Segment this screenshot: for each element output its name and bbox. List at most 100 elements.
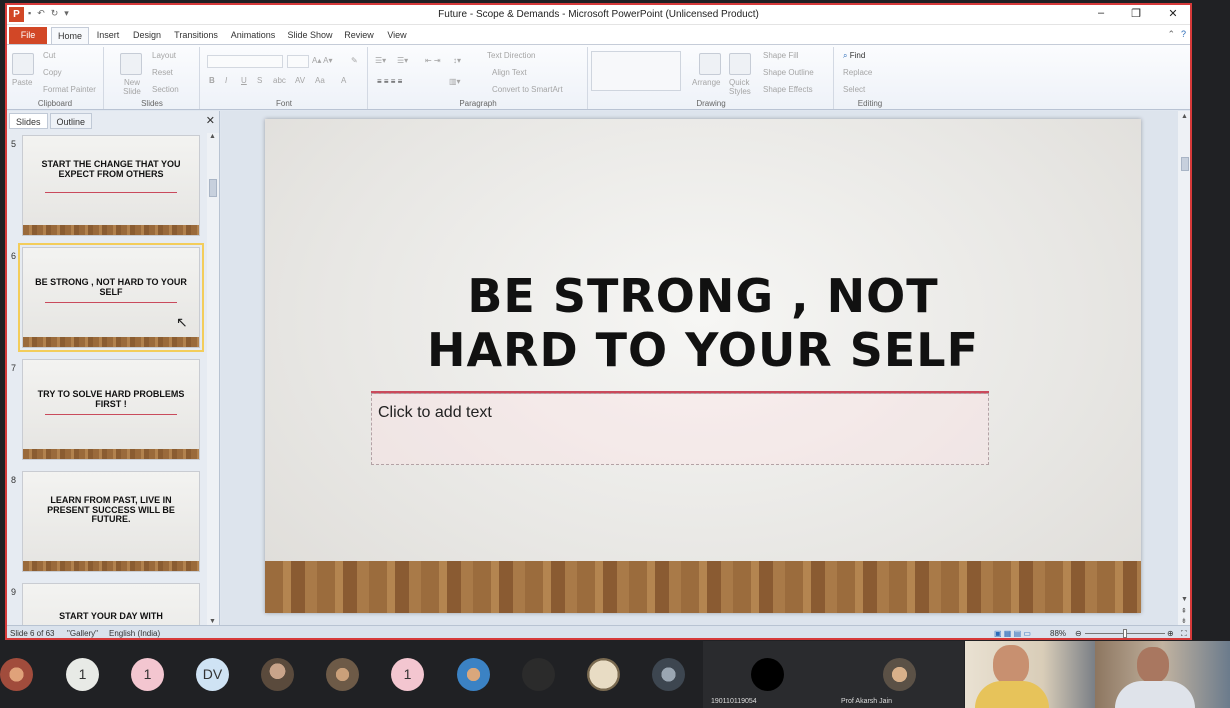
group-paragraph: ☰▾ ☰▾ ⇤ ⇥ ↕▾ Text Direction Align Text C… <box>369 47 588 109</box>
tab-slides[interactable]: Slides <box>9 113 48 129</box>
find-label: Find <box>849 51 866 60</box>
select-button[interactable]: Select <box>843 85 865 94</box>
new-slide-icon[interactable] <box>120 53 142 75</box>
numbering-icon[interactable]: ☰▾ <box>397 56 408 65</box>
quick-styles-icon[interactable] <box>729 53 751 75</box>
slide-thumbnail-9[interactable]: START YOUR DAY WITH <box>22 583 200 625</box>
participant-tile[interactable]: 1 <box>116 643 180 707</box>
tab-home[interactable]: Home <box>51 27 89 44</box>
participant-tile[interactable] <box>246 643 310 707</box>
align-text-button[interactable]: Align Text <box>492 68 527 77</box>
shapes-gallery[interactable] <box>591 51 681 91</box>
layout-button[interactable]: Layout <box>152 51 176 60</box>
slide-scroll-down-icon[interactable]: ▼ <box>1181 596 1188 603</box>
reset-button[interactable]: Reset <box>152 68 173 77</box>
tab-slide-show[interactable]: Slide Show <box>285 27 335 44</box>
thumbnail-scrollbar[interactable]: ▲ ▼ <box>207 133 219 625</box>
view-buttons[interactable]: ▣ ▦ ▤ ▭ <box>994 629 1031 638</box>
text-direction-button[interactable]: Text Direction <box>487 51 535 60</box>
shadow-icon[interactable]: S <box>257 76 262 85</box>
minimize-icon[interactable]: – <box>1092 7 1110 19</box>
participant-tile[interactable] <box>507 643 571 707</box>
participant-tile[interactable] <box>572 643 636 707</box>
quick-styles-button[interactable]: Quick Styles <box>729 78 753 96</box>
zoom-slider-knob[interactable] <box>1123 629 1127 638</box>
find-button[interactable]: ⌕ Find <box>843 51 865 61</box>
slide-scroll-thumb[interactable] <box>1181 157 1189 171</box>
tab-transitions[interactable]: Transitions <box>171 27 221 44</box>
zoom-in-icon[interactable]: ⊕ <box>1167 629 1174 638</box>
zoom-level[interactable]: 88% <box>1050 629 1066 638</box>
grow-font-icon[interactable]: A▴ A▾ <box>312 56 332 65</box>
participant-camera-feed[interactable] <box>1095 641 1230 708</box>
thumbnail-scroll-thumb[interactable] <box>209 179 217 197</box>
previous-slide-icon[interactable]: ⇞ <box>1181 607 1187 615</box>
panel-close-icon[interactable]: ✕ <box>206 114 215 127</box>
tab-file[interactable]: File <box>9 27 47 44</box>
next-slide-icon[interactable]: ⇟ <box>1181 617 1187 625</box>
tab-view[interactable]: View <box>383 27 411 44</box>
shape-fill-button[interactable]: Shape Fill <box>763 51 799 60</box>
bullets-icon[interactable]: ☰▾ <box>375 56 386 65</box>
section-button[interactable]: Section <box>152 85 179 94</box>
arrange-icon[interactable] <box>699 53 721 75</box>
maximize-icon[interactable]: ❐ <box>1127 7 1145 20</box>
font-size-select[interactable] <box>287 55 309 68</box>
strikethrough-icon[interactable]: abc <box>273 76 286 85</box>
char-spacing-icon[interactable]: AV <box>295 76 305 85</box>
subtitle-placeholder[interactable]: Click to add text <box>371 393 989 465</box>
slide-thumbnail-5[interactable]: START THE CHANGE THAT YOU EXPECT FROM OT… <box>22 135 200 236</box>
new-slide-button[interactable]: New Slide <box>117 78 147 96</box>
paste-button[interactable]: Paste <box>12 78 32 87</box>
participant-camera-feed[interactable] <box>965 641 1095 708</box>
arrange-button[interactable]: Arrange <box>692 78 720 87</box>
slide-scrollbar[interactable]: ▲ ▼ ⇞ ⇟ <box>1178 111 1190 625</box>
participant-tile[interactable] <box>311 643 375 707</box>
slide-thumbnail-6[interactable]: BE STRONG , NOT HARD TO YOUR SELF <box>18 243 204 352</box>
line-spacing-icon[interactable]: ↕▾ <box>453 56 461 65</box>
tab-animations[interactable]: Animations <box>229 27 277 44</box>
columns-icon[interactable]: ▥▾ <box>449 77 461 86</box>
change-case-icon[interactable]: Aa <box>315 76 325 85</box>
replace-button[interactable]: Replace <box>843 68 872 77</box>
participant-tile[interactable]: 1 <box>376 643 440 707</box>
fit-to-window-icon[interactable]: ⛶ <box>1181 629 1187 638</box>
participant-tile[interactable]: DV <box>181 643 245 707</box>
font-color-icon[interactable]: A <box>341 76 346 85</box>
bold-icon[interactable]: B <box>209 76 215 85</box>
shape-outline-button[interactable]: Shape Outline <box>763 68 814 77</box>
participant-tile[interactable]: 1 <box>51 643 115 707</box>
format-painter-button[interactable]: Format Painter <box>43 85 96 94</box>
clipboard-group-label: Clipboard <box>37 99 73 108</box>
slide-thumbnail-8[interactable]: LEARN FROM PAST, LIVE IN PRESENT SUCCESS… <box>22 471 200 572</box>
copy-button[interactable]: Copy <box>43 68 62 77</box>
current-slide[interactable]: BE STRONG , NOT HARD TO YOUR SELF Click … <box>265 119 1141 613</box>
tab-insert[interactable]: Insert <box>93 27 123 44</box>
minimize-ribbon-icon[interactable]: ⌃ <box>1167 29 1175 40</box>
close-icon[interactable]: ✕ <box>1164 7 1182 20</box>
slide-scroll-up-icon[interactable]: ▲ <box>1181 113 1188 120</box>
shape-effects-button[interactable]: Shape Effects <box>763 85 813 94</box>
italic-icon[interactable]: I <box>225 76 227 85</box>
paste-icon[interactable] <box>12 53 34 75</box>
convert-smartart-button[interactable]: Convert to SmartArt <box>492 85 563 94</box>
indent-icons[interactable]: ⇤ ⇥ <box>425 56 441 65</box>
language-indicator[interactable]: English (India) <box>109 629 160 638</box>
slide-title[interactable]: BE STRONG , NOT HARD TO YOUR SELF <box>365 269 1041 377</box>
clear-formatting-icon[interactable]: ✎ <box>351 56 358 65</box>
participant-tile[interactable] <box>637 643 701 707</box>
tab-design[interactable]: Design <box>131 27 163 44</box>
scroll-up-icon[interactable]: ▲ <box>209 133 216 140</box>
zoom-out-icon[interactable]: ⊖ <box>1075 629 1082 638</box>
font-name-select[interactable] <box>207 55 283 68</box>
scroll-down-icon[interactable]: ▼ <box>209 618 216 625</box>
participant-tile[interactable] <box>442 643 506 707</box>
tab-outline[interactable]: Outline <box>49 113 93 129</box>
thumb-number: 5 <box>11 139 17 149</box>
tab-review[interactable]: Review <box>343 27 375 44</box>
help-icon[interactable]: ? <box>1181 29 1186 40</box>
cut-button[interactable]: Cut <box>43 51 55 60</box>
slide-thumbnail-7[interactable]: TRY TO SOLVE HARD PROBLEMS FIRST ! <box>22 359 200 460</box>
align-icons[interactable]: ≡ ≡ ≡ ≡ <box>377 77 402 86</box>
underline-icon[interactable]: U <box>241 76 247 85</box>
